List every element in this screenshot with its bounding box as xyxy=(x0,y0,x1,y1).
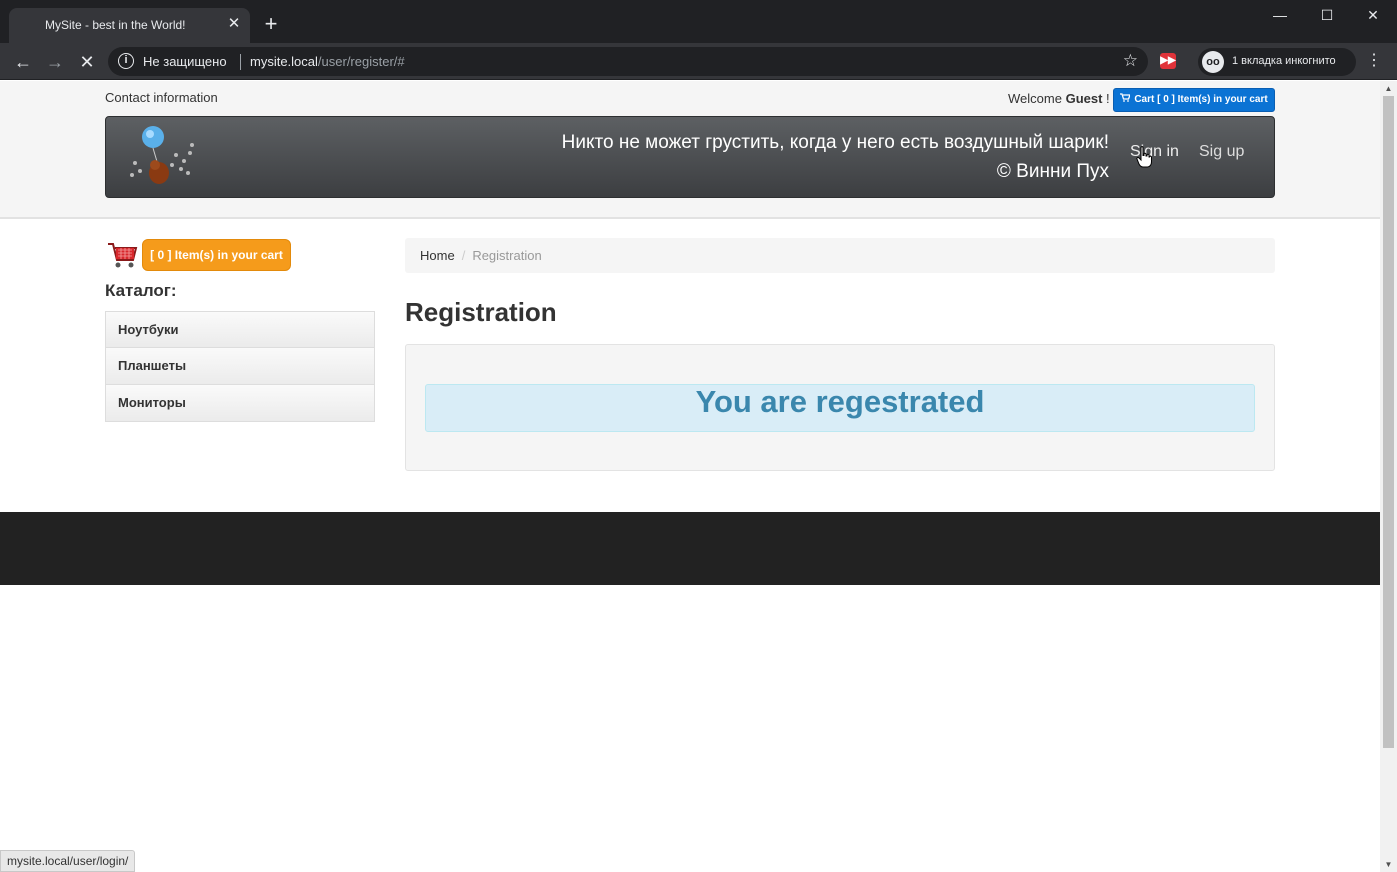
scroll-down-icon[interactable]: ▼ xyxy=(1384,860,1393,869)
security-label[interactable]: Не защищено xyxy=(143,54,227,69)
winnie-pooh-logo[interactable] xyxy=(126,125,196,189)
site-footer xyxy=(0,512,1380,585)
back-button[interactable]: ← xyxy=(9,48,37,76)
cart-icon xyxy=(1120,89,1132,111)
success-alert: You are regestrated xyxy=(425,384,1255,432)
bookmark-star-icon[interactable]: ☆ xyxy=(1123,51,1138,71)
scroll-thumb[interactable] xyxy=(1383,96,1394,748)
forward-button[interactable]: → xyxy=(41,48,69,76)
omnibox-divider xyxy=(240,54,241,70)
incognito-badge[interactable]: oo 1 вкладка инкогнито xyxy=(1198,48,1356,76)
breadcrumb: Home / Registration xyxy=(405,238,1275,273)
header-cart-button[interactable]: Cart [ 0 ] Item(s) in your cart xyxy=(1113,88,1275,112)
catalog-list: Ноутбуки Планшеты Мониторы xyxy=(105,311,375,422)
tab-close-icon[interactable]: ✕ xyxy=(225,15,243,33)
header-area: Contact information Welcome Guest ! Cart… xyxy=(0,81,1380,219)
browser-titlebar: MySite - best in the World! ✕ + — ☐ ✕ xyxy=(0,0,1397,43)
url-path: /user/register/# xyxy=(317,54,405,69)
breadcrumb-current: Registration xyxy=(472,248,542,263)
page-title: Registration xyxy=(405,297,557,327)
scroll-up-icon[interactable]: ▲ xyxy=(1384,84,1393,93)
catalog-item-tablets[interactable]: Планшеты xyxy=(105,348,375,385)
close-window-button[interactable]: ✕ xyxy=(1350,0,1396,30)
browser-menu-icon[interactable]: ⋮ xyxy=(1366,52,1382,70)
catalog-title: Каталог: xyxy=(105,281,177,300)
breadcrumb-home[interactable]: Home xyxy=(420,248,455,263)
sign-up-link[interactable]: Sig up xyxy=(1199,143,1244,161)
status-bar-url: mysite.local/user/login/ xyxy=(0,850,136,872)
maximize-button[interactable]: ☐ xyxy=(1304,0,1350,30)
sidebar-cart-button[interactable]: [ 0 ] Item(s) in your cart xyxy=(142,239,291,271)
minimize-button[interactable]: — xyxy=(1257,0,1303,30)
catalog-item-monitors[interactable]: Мониторы xyxy=(105,385,375,422)
welcome-suffix: ! xyxy=(1106,91,1110,106)
site-banner: Никто не может грустить, когда у него ес… xyxy=(105,116,1275,198)
catalog-item-laptops[interactable]: Ноутбуки xyxy=(105,311,375,348)
hand-cursor-icon xyxy=(1136,146,1152,168)
shopping-cart-icon xyxy=(108,243,138,268)
stop-loading-button[interactable]: ✕ xyxy=(73,48,101,76)
browser-toolbar: ← → ✕ i Не защищено mysite.local/user/re… xyxy=(0,43,1397,80)
banner-quote-author: © Винни Пух xyxy=(996,161,1109,182)
tab-title: MySite - best in the World! xyxy=(45,18,186,32)
info-icon[interactable]: i xyxy=(118,53,134,69)
contact-link[interactable]: Contact information xyxy=(105,90,218,105)
welcome-user: Guest xyxy=(1065,91,1103,106)
url-text[interactable]: mysite.local/user/register/# xyxy=(250,54,405,69)
address-bar[interactable]: i Не защищено mysite.local/user/register… xyxy=(108,47,1148,76)
browser-tab[interactable]: MySite - best in the World! ✕ xyxy=(9,8,250,43)
welcome-text: Welcome Guest ! xyxy=(1008,91,1110,106)
banner-quote: Никто не может грустить, когда у него ес… xyxy=(561,132,1109,153)
content-well: You are regestrated xyxy=(405,344,1275,471)
breadcrumb-separator: / xyxy=(461,248,466,263)
page-scrollbar[interactable]: ▲ ▼ xyxy=(1380,81,1397,872)
new-tab-button[interactable]: + xyxy=(260,13,282,35)
incognito-label: 1 вкладка инкогнито xyxy=(1232,55,1336,67)
welcome-prefix: Welcome xyxy=(1008,91,1062,106)
extension-icon[interactable]: ▶▶ xyxy=(1160,53,1176,69)
header-cart-label: Cart [ 0 ] Item(s) in your cart xyxy=(1134,94,1268,105)
incognito-icon: oo xyxy=(1202,51,1224,73)
page-viewport: Contact information Welcome Guest ! Cart… xyxy=(0,81,1380,872)
url-host: mysite.local xyxy=(250,54,318,69)
